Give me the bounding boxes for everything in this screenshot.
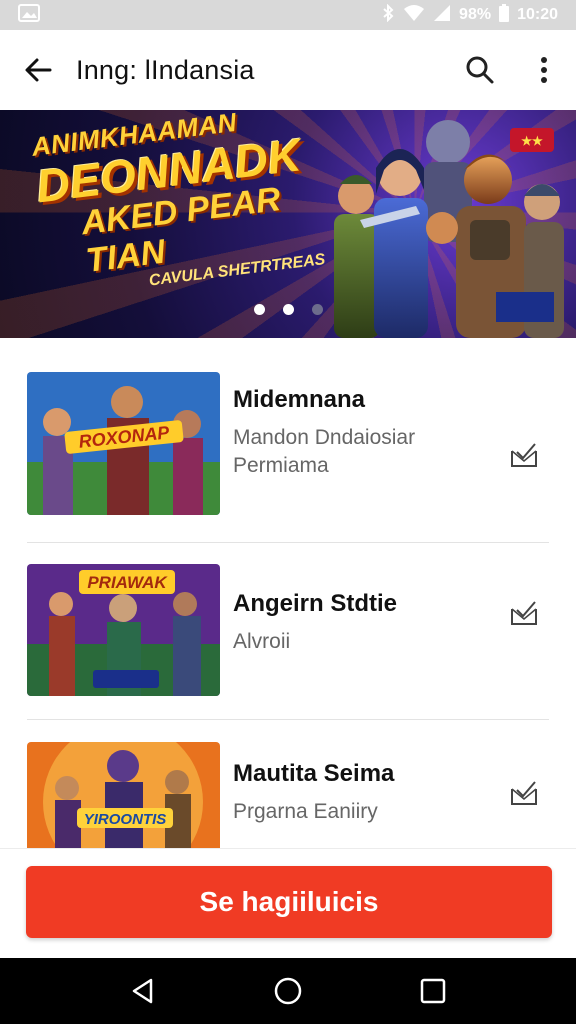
list-item[interactable]: YIROONTIS Mautita Seima Prgarna Eaniiry [0, 742, 576, 848]
item-title: Angeirn Stdtie [233, 590, 398, 617]
item-subtitle-line: Permiama [233, 454, 329, 478]
banner-page-indicator [254, 304, 323, 315]
status-bar: 98% 10:20 [0, 0, 576, 30]
item-subtitle: Alvroii [233, 628, 397, 656]
more-options-button[interactable] [512, 30, 576, 110]
item-subtitle-line: Prgarna Eaniiry [233, 800, 378, 823]
banner-badge [496, 292, 554, 322]
nav-home-button[interactable] [258, 961, 318, 1021]
download-button[interactable] [504, 772, 544, 812]
app-bar: Inng: lIndansia [0, 30, 576, 110]
nav-back-button[interactable] [113, 961, 173, 1021]
download-button[interactable] [504, 434, 544, 474]
page-dot[interactable] [283, 304, 294, 315]
item-subtitle-line: Alvroii [233, 630, 291, 653]
divider [27, 719, 549, 720]
nav-home-icon [274, 977, 302, 1005]
page-dot[interactable] [254, 304, 265, 315]
battery-percent: 98% [459, 6, 492, 23]
divider [27, 542, 549, 543]
notification-image-icon [18, 3, 40, 27]
item-title: Mautita Seima [233, 760, 395, 787]
bluetooth-icon [381, 3, 395, 27]
item-thumbnail: PRIAWAK [27, 564, 220, 696]
clock: 10:20 [517, 6, 558, 23]
download-button[interactable] [504, 592, 544, 632]
download-check-icon [511, 601, 537, 625]
thumb-caption: PRIAWAK [87, 573, 168, 592]
item-title: Midemnana [233, 386, 366, 413]
page-title: Inng: lIndansia [76, 54, 255, 85]
search-button[interactable] [448, 30, 512, 110]
list-item[interactable]: PRIAWAK Angeirn Stdtie Alvroii [0, 564, 576, 696]
svg-text:★★: ★★ [521, 134, 543, 148]
more-vert-icon [541, 57, 547, 83]
arrow-back-icon [25, 58, 52, 82]
item-subtitle: Prgarna Eaniiry [233, 798, 394, 826]
nav-recents-button[interactable] [403, 961, 463, 1021]
thumb-caption: YIROONTIS [84, 811, 167, 828]
nav-back-icon [132, 978, 152, 1004]
system-navigation-bar [0, 958, 576, 1024]
nav-recents-icon [421, 978, 446, 1004]
wifi-icon [403, 4, 425, 27]
battery-icon [499, 3, 510, 27]
item-thumbnail: ROXONAP [27, 372, 220, 515]
signal-icon [433, 4, 451, 27]
list-item[interactable]: ROXONAP Midemnana Mandon Dndaiosiar Perm… [0, 372, 576, 517]
item-thumbnail: YIROONTIS [27, 742, 220, 848]
search-icon [466, 56, 494, 84]
item-subtitle: Mandon Dndaiosiar Permiama [233, 424, 415, 481]
download-check-icon [511, 443, 537, 467]
back-button[interactable] [0, 30, 76, 110]
primary-action-button[interactable]: Se hagiiluicis [26, 866, 552, 938]
content-list: ROXONAP Midemnana Mandon Dndaiosiar Perm… [0, 338, 576, 848]
page-dot[interactable] [312, 304, 323, 315]
item-subtitle-line: Mandon Dndaiosiar [233, 426, 416, 449]
download-check-icon [511, 781, 537, 805]
bottom-action-area: Se hagiiluicis [0, 848, 576, 958]
